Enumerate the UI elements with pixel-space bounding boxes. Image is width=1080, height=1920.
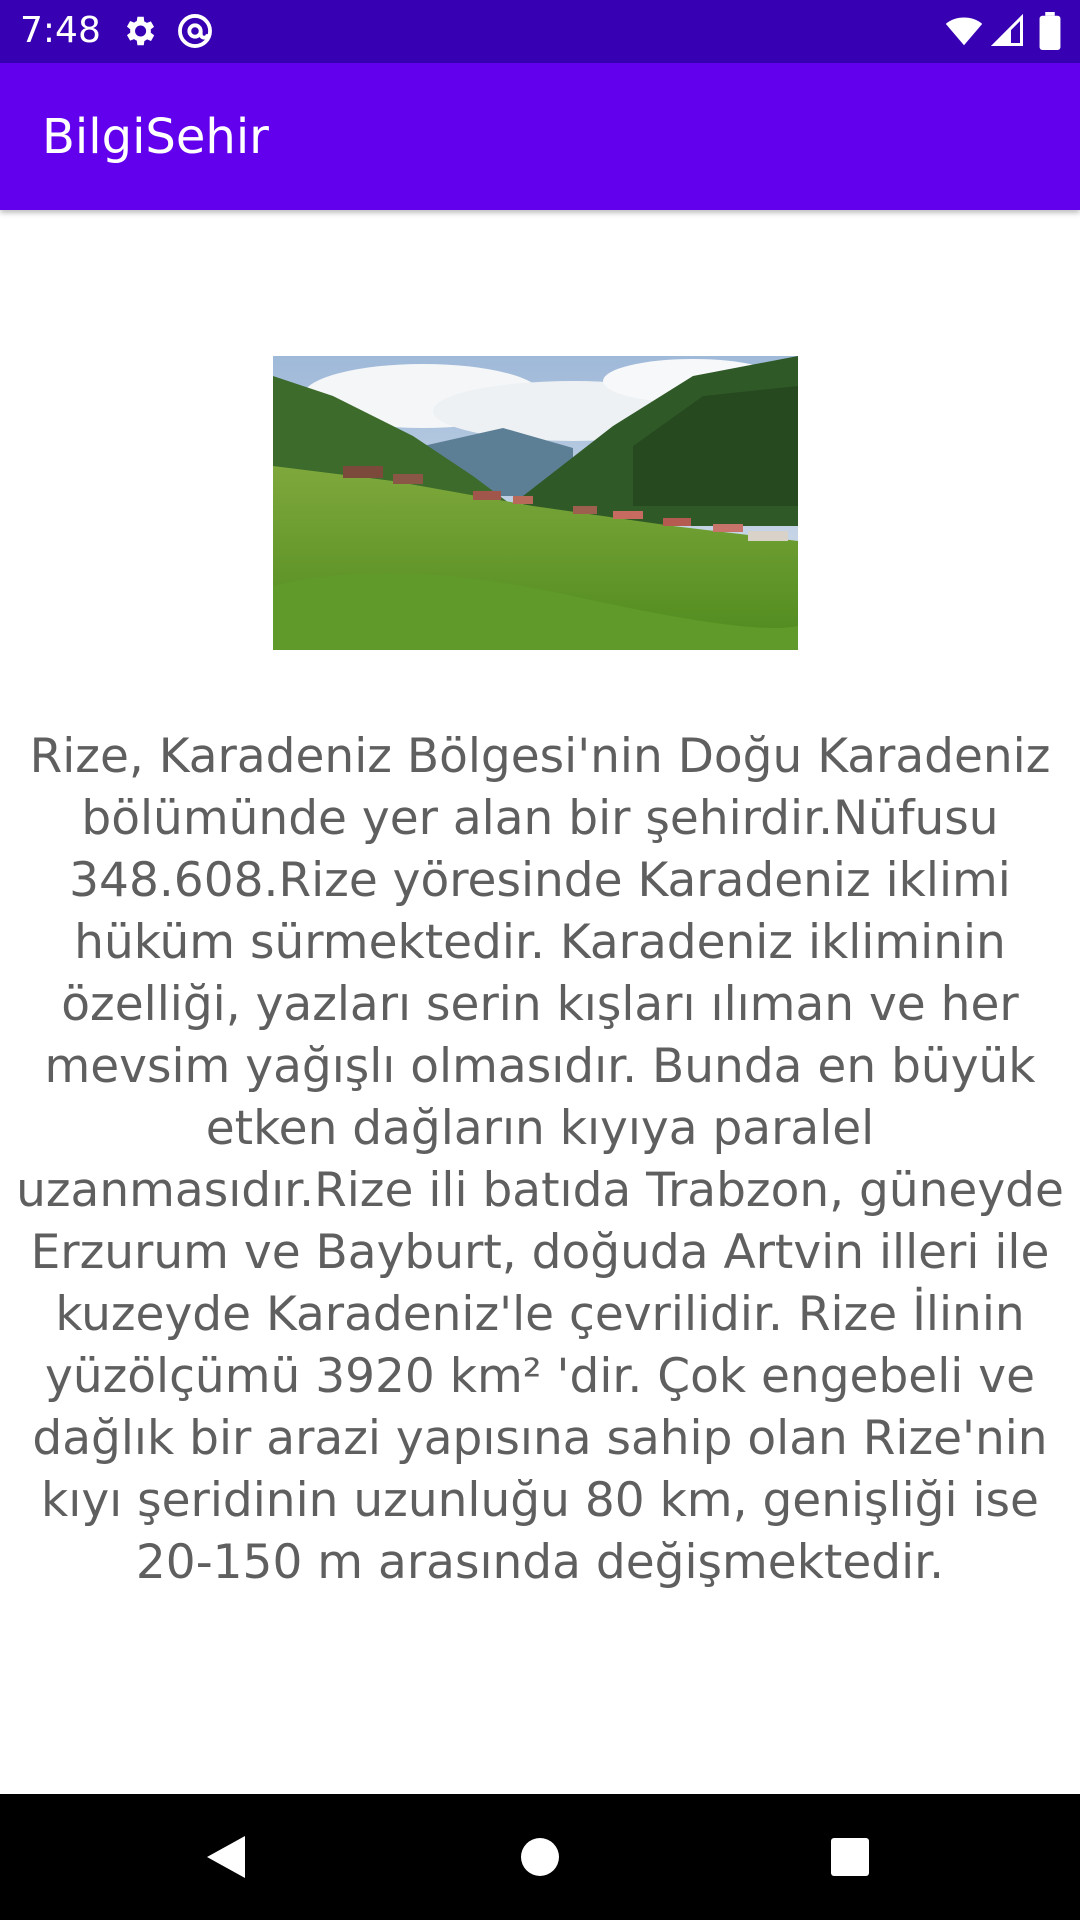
- city-image: [273, 356, 798, 650]
- gear-icon: [120, 12, 158, 50]
- app-title: BilgiSehir: [42, 109, 269, 165]
- home-icon[interactable]: [500, 1824, 580, 1890]
- city-description: Rize, Karadeniz Bölgesi'nin Doğu Karaden…: [16, 729, 1064, 1590]
- wifi-icon: [944, 12, 984, 50]
- app-bar: BilgiSehir: [0, 63, 1080, 210]
- navigation-bar: [0, 1794, 1080, 1920]
- signal-icon: [990, 12, 1026, 50]
- status-time: 7:48: [20, 10, 101, 51]
- battery-icon: [1038, 12, 1062, 51]
- status-bar: 7:48: [0, 0, 1080, 63]
- recents-icon[interactable]: [810, 1824, 890, 1890]
- back-icon[interactable]: [185, 1824, 265, 1890]
- at-sign-icon: [176, 12, 214, 50]
